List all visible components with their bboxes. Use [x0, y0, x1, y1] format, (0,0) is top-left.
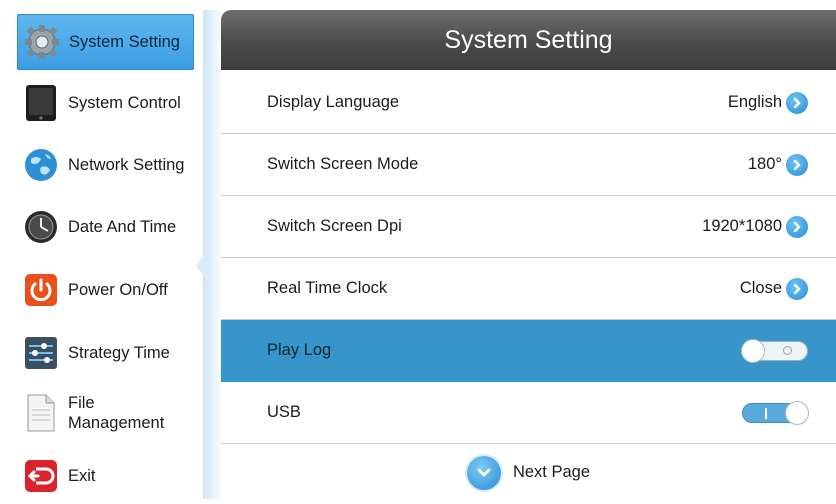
setting-label: Play Log	[267, 341, 332, 359]
sidebar-item-system-setting[interactable]: System Setting	[17, 14, 194, 70]
setting-value: 1920*1080	[702, 217, 782, 235]
sidebar-item-label: System Setting	[69, 33, 180, 51]
setting-label: Switch Screen Mode	[267, 155, 419, 173]
sidebar-item-label: Exit	[68, 467, 96, 485]
chevron-right-icon[interactable]	[786, 153, 808, 176]
document-icon	[22, 394, 60, 432]
clock-icon	[22, 208, 60, 246]
sidebar-item-power-on-off[interactable]: Power On/Off	[17, 262, 194, 318]
active-pointer	[196, 250, 208, 282]
tablet-icon	[22, 84, 60, 122]
sidebar-item-label: System Control	[68, 94, 181, 112]
sidebar-item-exit[interactable]: Exit	[17, 448, 194, 504]
sliders-icon	[22, 334, 60, 372]
toggle-knob	[785, 400, 809, 425]
globe-icon	[22, 146, 60, 184]
setting-value: English	[727, 93, 782, 111]
exit-icon	[22, 457, 60, 495]
toggle-off-mark	[783, 345, 792, 355]
settings-panel: System Setting Display Language English …	[221, 10, 836, 499]
toggle-knob	[741, 338, 765, 363]
sidebar-item-date-and-time[interactable]: Date And Time	[17, 199, 194, 255]
toggle-on-mark	[765, 407, 767, 419]
header-bar: System Setting	[221, 10, 836, 70]
sidebar-item-label: Power On/Off	[68, 281, 168, 299]
setting-value: Close	[739, 279, 782, 297]
sidebar-item-label: Network Setting	[68, 156, 185, 174]
setting-label: USB	[267, 403, 301, 421]
usb-toggle[interactable]	[742, 400, 809, 425]
setting-row-usb[interactable]: USB	[221, 382, 836, 444]
sidebar-item-system-control[interactable]: System Control	[17, 75, 194, 131]
next-page-button[interactable]: Next Page	[221, 446, 836, 499]
gear-icon	[23, 23, 61, 61]
setting-row-switch-screen-dpi[interactable]: Switch Screen Dpi 1920*1080	[221, 196, 836, 258]
sidebar-item-label: File Management	[68, 394, 165, 432]
chevron-down-icon	[466, 455, 501, 490]
setting-row-switch-screen-mode[interactable]: Switch Screen Mode 180°	[221, 134, 836, 196]
sidebar-item-network-setting[interactable]: Network Setting	[17, 137, 194, 193]
chevron-right-icon[interactable]	[786, 215, 808, 238]
sidebar-item-label: Date And Time	[68, 218, 177, 236]
chevron-right-icon[interactable]	[786, 91, 808, 114]
chevron-right-icon[interactable]	[786, 277, 808, 300]
page-title: System Setting	[444, 25, 613, 54]
play-log-toggle[interactable]	[741, 338, 808, 363]
setting-label: Display Language	[267, 93, 400, 111]
setting-label: Real Time Clock	[267, 279, 388, 297]
power-icon	[22, 271, 60, 309]
setting-row-real-time-clock[interactable]: Real Time Clock Close	[221, 258, 836, 320]
setting-label: Switch Screen Dpi	[267, 217, 402, 235]
sidebar-item-label: Strategy Time	[68, 344, 170, 362]
setting-value: 180°	[747, 155, 782, 173]
next-page-label: Next Page	[512, 463, 591, 481]
sidebar-item-strategy-time[interactable]: Strategy Time	[17, 325, 194, 381]
setting-row-play-log[interactable]: Play Log	[221, 320, 836, 382]
sidebar-item-file-management[interactable]: File Management	[17, 385, 194, 441]
sidebar: System Setting System Control Network Se…	[0, 0, 200, 499]
setting-row-display-language[interactable]: Display Language English	[221, 72, 836, 134]
